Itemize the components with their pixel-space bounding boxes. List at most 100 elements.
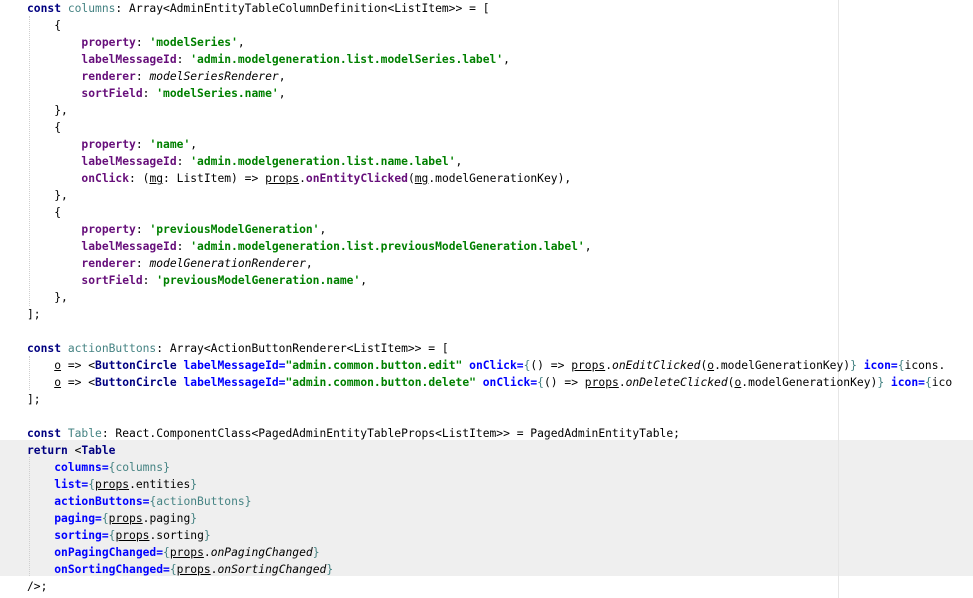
code-line: o => <ButtonCircle labelMessageId="admin… <box>27 374 952 391</box>
code-token: : <box>135 138 150 151</box>
code-token: columns <box>67 2 116 15</box>
code-token: "admin.common.button.delete" <box>285 376 483 389</box>
code-token: : <box>135 36 150 49</box>
code-token: sortField <box>81 274 143 287</box>
code-token: } <box>877 376 891 389</box>
code-token: { <box>169 563 177 576</box>
code-token: onPagingChanged= <box>54 546 164 559</box>
code-token: onClick= <box>482 376 538 389</box>
code-token: () => <box>530 359 572 372</box>
code-line: sorting={props.sorting} <box>27 527 210 544</box>
code-token: props <box>571 359 606 372</box>
code-token: 'name' <box>149 138 191 151</box>
code-token: modelSeriesRenderer <box>149 70 279 83</box>
code-token: icon= <box>890 376 925 389</box>
code-token: { <box>924 376 932 389</box>
code-token: .entities <box>129 478 191 491</box>
code-token: const <box>27 2 68 15</box>
code-token: , <box>319 223 327 236</box>
code-token: icon= <box>863 359 898 372</box>
code-editor[interactable]: const columns: Array<AdminEntityTableCol… <box>0 0 973 598</box>
code-token: list= <box>54 478 89 491</box>
code-line: paging={props.paging} <box>27 510 197 527</box>
code-token: , <box>278 87 286 100</box>
code-token: onClick <box>81 172 130 185</box>
code-token: return <box>27 444 75 457</box>
code-line: }, <box>27 289 68 306</box>
code-token: { <box>897 359 905 372</box>
code-token: . <box>299 172 306 185</box>
code-token: ico <box>931 376 953 389</box>
code-token: Table <box>81 444 116 457</box>
code-token: , <box>278 70 286 83</box>
code-token: . <box>203 546 211 559</box>
code-line: renderer: modelGenerationRenderer, <box>27 255 313 272</box>
code-token: } <box>190 478 198 491</box>
code-token: { <box>27 121 62 134</box>
code-token: .modelGenerationKey), <box>428 172 572 185</box>
right-margin-guide <box>838 0 839 598</box>
code-line: { <box>27 119 61 136</box>
code-line: labelMessageId: 'admin.modelgeneration.l… <box>27 153 462 170</box>
code-token: 'modelSeries.name' <box>156 87 279 100</box>
code-token: { <box>27 206 62 219</box>
code-line: labelMessageId: 'admin.modelgeneration.l… <box>27 238 591 255</box>
code-token: () => <box>543 376 585 389</box>
code-token: 'modelSeries' <box>149 36 238 49</box>
code-token: labelMessageId <box>81 53 177 66</box>
code-token: actionButtons <box>67 342 157 355</box>
code-token: props <box>95 478 130 491</box>
code-token: : Array<AdminEntityTableColumnDefinition… <box>115 2 490 15</box>
code-token: { <box>537 376 544 389</box>
code-line: onClick: (mg: ListItem) => props.onEntit… <box>27 170 571 187</box>
code-line: { <box>27 17 61 34</box>
code-line: renderer: modelSeriesRenderer, <box>27 68 286 85</box>
code-token: : <box>176 240 191 253</box>
code-line: property: 'modelSeries', <box>27 34 245 51</box>
code-token: ButtonCircle <box>95 359 184 372</box>
code-token: labelMessageId= <box>183 359 286 372</box>
code-token: paging= <box>54 512 102 525</box>
code-token: o <box>54 376 62 389</box>
code-line: sortField: 'previousModelGeneration.name… <box>27 272 367 289</box>
code-token: , <box>237 36 245 49</box>
code-token: , <box>503 53 510 66</box>
code-token: onDeleteClicked <box>625 376 728 389</box>
code-token: } <box>190 512 198 525</box>
code-line: o => <ButtonCircle labelMessageId="admin… <box>27 357 945 374</box>
code-token: : <box>135 70 150 83</box>
code-token: props <box>265 172 300 185</box>
code-token: : <box>176 155 191 168</box>
code-line: property: 'previousModelGeneration', <box>27 221 326 238</box>
code-line: property: 'name', <box>27 136 197 153</box>
code-token: labelMessageId <box>81 240 177 253</box>
code-token: labelMessageId <box>81 155 177 168</box>
code-line: onSortingChanged={props.onSortingChanged… <box>27 561 333 578</box>
code-line: const columns: Array<AdminEntityTableCol… <box>27 0 490 17</box>
code-token: }, <box>27 291 68 304</box>
code-line: }, <box>27 102 68 119</box>
code-token: actionButtons <box>156 495 245 508</box>
code-token: sortField <box>81 87 143 100</box>
code-token: , <box>190 138 198 151</box>
code-token: , <box>305 257 313 270</box>
code-token: }, <box>27 104 68 117</box>
code-token: "admin.common.button.edit" <box>285 359 470 372</box>
code-token: onSortingChanged <box>217 563 327 576</box>
code-token: .modelGenerationKey) <box>741 376 878 389</box>
code-token: 'previousModelGeneration.name' <box>156 274 361 287</box>
code-token: .sorting <box>149 529 204 542</box>
code-line: const Table: React.ComponentClass<PagedA… <box>27 425 680 442</box>
code-token: : Array<ActionButtonRenderer<ListItem>> … <box>156 342 449 355</box>
code-token: .modelGenerationKey) <box>714 359 851 372</box>
code-token: mg <box>414 172 429 185</box>
code-token: : React.ComponentClass<PagedAdminEntityT… <box>101 427 680 440</box>
code-token: ]; <box>27 308 41 321</box>
